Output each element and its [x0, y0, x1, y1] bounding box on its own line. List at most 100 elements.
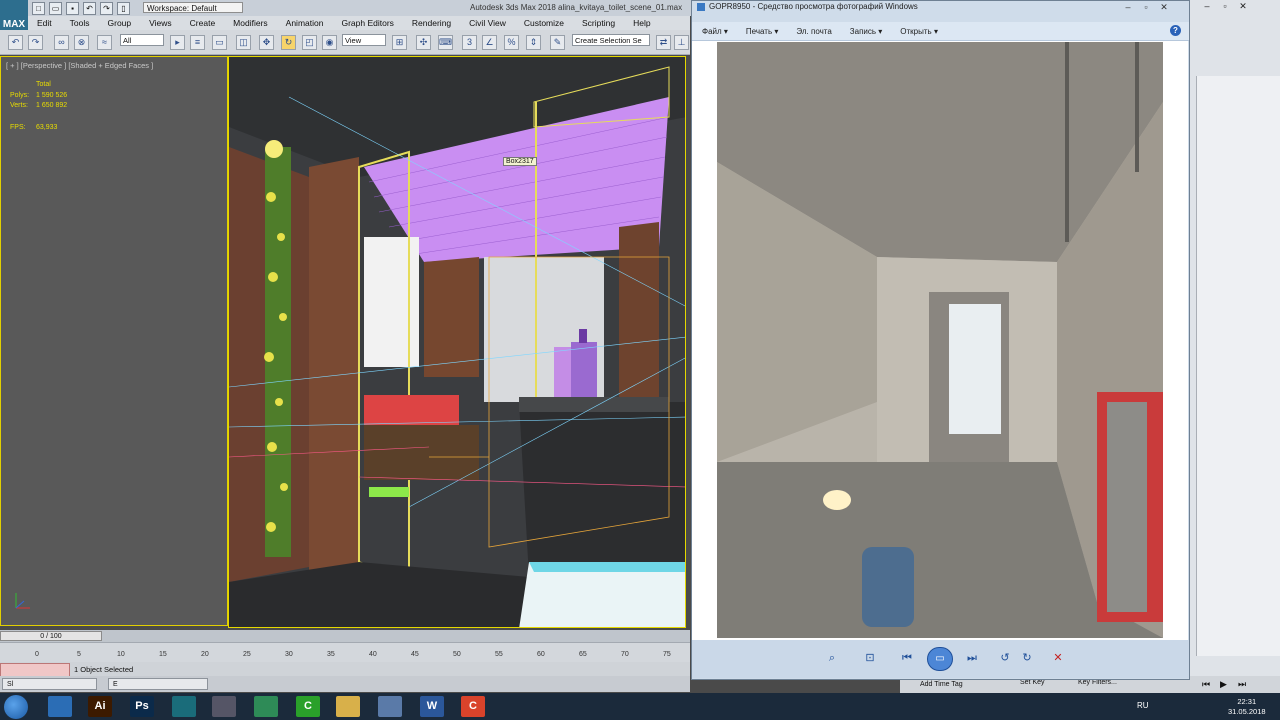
- taskbar-explorer-icon[interactable]: [48, 696, 72, 717]
- zoom-icon[interactable]: ⌕: [824, 650, 840, 666]
- start-button-icon[interactable]: [4, 695, 28, 719]
- menu-help[interactable]: Help: [624, 16, 659, 30]
- photo-viewer-title: GOPR8950 - Средство просмотра фотографий…: [709, 2, 918, 11]
- menu-print[interactable]: Печать ▾: [736, 27, 786, 36]
- link-icon[interactable]: ∞: [54, 35, 69, 50]
- open-file-icon[interactable]: ▭: [49, 2, 62, 15]
- pivot-center-icon[interactable]: ⊞: [392, 35, 407, 50]
- rect-selection-icon[interactable]: ▭: [212, 35, 227, 50]
- mirror-icon[interactable]: ⇄: [656, 35, 671, 50]
- set-key-button[interactable]: Set Key: [1020, 679, 1045, 686]
- project-folder-icon[interactable]: ▯: [117, 2, 130, 15]
- place-icon[interactable]: ◉: [322, 35, 337, 50]
- undo-icon[interactable]: ↶: [8, 35, 23, 50]
- menu-create[interactable]: Create: [181, 16, 225, 30]
- add-time-tag-button[interactable]: Add Time Tag: [920, 681, 963, 688]
- select-move-icon[interactable]: ✥: [259, 35, 274, 50]
- menu-modifiers[interactable]: Modifiers: [224, 16, 276, 30]
- menu-tools[interactable]: Tools: [61, 16, 99, 30]
- window-crossing-icon[interactable]: ◫: [236, 35, 251, 50]
- object-tooltip: Box2317: [503, 157, 537, 166]
- minimize-icon[interactable]: –: [1200, 1, 1214, 12]
- rotate-right-icon[interactable]: ↻: [1019, 650, 1035, 666]
- named-selection-set-dropdown[interactable]: Create Selection Se: [572, 34, 650, 46]
- rotate-left-icon[interactable]: ↺: [997, 650, 1013, 666]
- menu-animation[interactable]: Animation: [277, 16, 333, 30]
- menu-customize[interactable]: Customize: [515, 16, 573, 30]
- play-animation-icon[interactable]: ▶: [1220, 679, 1227, 690]
- reference-coordinate-dropdown[interactable]: View: [342, 34, 386, 46]
- menu-civil-view[interactable]: Civil View: [460, 16, 515, 30]
- close-icon[interactable]: ✕: [1156, 2, 1172, 13]
- taskbar-word-icon[interactable]: W: [420, 696, 444, 717]
- menu-views[interactable]: Views: [140, 16, 181, 30]
- new-file-icon[interactable]: □: [32, 2, 45, 15]
- menu-email[interactable]: Эл. почта: [786, 27, 839, 36]
- track-bar[interactable]: 0 5 10 15 20 25 30 35 40 45 50 55 60 65 …: [0, 642, 690, 663]
- taskbar-illustrator-icon[interactable]: Ai: [88, 696, 112, 717]
- snaps-toggle-icon[interactable]: 3: [462, 35, 477, 50]
- taskbar-photoshop-icon[interactable]: Ps: [130, 696, 154, 717]
- actual-size-icon[interactable]: ⊡: [862, 650, 878, 666]
- taskbar-recorder-icon[interactable]: C: [461, 696, 485, 717]
- save-icon[interactable]: ▪: [66, 2, 79, 15]
- minimize-icon[interactable]: –: [1120, 2, 1136, 13]
- taskbar-camtasia-icon[interactable]: C: [296, 696, 320, 717]
- time-slider-thumb[interactable]: 0 / 100: [0, 631, 102, 641]
- delete-icon[interactable]: ✕: [1050, 650, 1066, 666]
- menu-scripting[interactable]: Scripting: [573, 16, 624, 30]
- previous-icon[interactable]: ⏮: [899, 650, 915, 666]
- selection-filter-dropdown[interactable]: All: [120, 34, 164, 46]
- redo-icon[interactable]: ↷: [100, 2, 113, 15]
- taskbar-chrome-icon[interactable]: [254, 696, 278, 717]
- time-slider-track[interactable]: [0, 630, 690, 642]
- select-rotate-icon[interactable]: ↻: [281, 35, 296, 50]
- redo-icon[interactable]: ↷: [28, 35, 43, 50]
- percent-snap-icon[interactable]: %: [504, 35, 519, 50]
- maxscript-listener-box[interactable]: [0, 663, 70, 677]
- next-icon[interactable]: ⏭: [964, 650, 980, 666]
- minimized-window-sl[interactable]: Sl: [2, 678, 97, 690]
- align-icon[interactable]: ⊥: [674, 35, 689, 50]
- menu-group[interactable]: Group: [99, 16, 141, 30]
- key-filters-button[interactable]: Key Filters...: [1078, 679, 1117, 686]
- menu-rendering[interactable]: Rendering: [403, 16, 460, 30]
- menu-burn[interactable]: Запись ▾: [840, 27, 891, 36]
- menu-edit[interactable]: Edit: [28, 16, 61, 30]
- undo-icon[interactable]: ↶: [83, 2, 96, 15]
- taskbar-photos-icon[interactable]: [378, 696, 402, 717]
- maximize-icon[interactable]: ▫: [1138, 2, 1154, 13]
- taskbar-folder-icon[interactable]: [336, 696, 360, 717]
- select-object-icon[interactable]: ▸: [170, 35, 185, 50]
- workspace-dropdown[interactable]: Workspace: Default: [143, 2, 243, 13]
- angle-snap-icon[interactable]: ∠: [482, 35, 497, 50]
- minimized-window-e[interactable]: E: [108, 678, 208, 690]
- system-clock[interactable]: 22:31 31.05.2018: [1228, 697, 1266, 717]
- ruler-tick: 50: [453, 651, 461, 658]
- close-icon[interactable]: ✕: [1236, 1, 1250, 12]
- menu-file[interactable]: Файл ▾: [692, 27, 736, 36]
- perspective-viewport[interactable]: [228, 56, 686, 628]
- edit-named-selection-icon[interactable]: ✎: [550, 35, 565, 50]
- goto-end-icon[interactable]: ⏭: [1238, 679, 1246, 690]
- help-icon[interactable]: ?: [1170, 25, 1181, 36]
- viewport-label[interactable]: [ + ] [Perspective ] [Shaded + Edged Fac…: [6, 61, 153, 70]
- unlink-icon[interactable]: ⊗: [74, 35, 89, 50]
- taskbar-3dsmax-icon[interactable]: [172, 696, 196, 717]
- menu-open[interactable]: Открыть ▾: [890, 27, 946, 36]
- maximize-icon[interactable]: ▫: [1218, 1, 1232, 12]
- viewport-left-panel[interactable]: [0, 56, 228, 626]
- language-indicator[interactable]: RU: [1137, 701, 1149, 710]
- taskbar-media-icon[interactable]: [212, 696, 236, 717]
- spinner-snap-icon[interactable]: ⇕: [526, 35, 541, 50]
- command-panel[interactable]: [1196, 76, 1280, 656]
- select-scale-icon[interactable]: ◰: [302, 35, 317, 50]
- slideshow-button[interactable]: ▭: [927, 647, 953, 671]
- bind-space-warp-icon[interactable]: ≈: [97, 35, 112, 50]
- keyboard-shortcut-override-icon[interactable]: ⌨: [438, 35, 453, 50]
- select-by-name-icon[interactable]: ≡: [190, 35, 205, 50]
- select-manipulate-icon[interactable]: ✣: [416, 35, 431, 50]
- menu-graph-editors[interactable]: Graph Editors: [332, 16, 402, 30]
- goto-start-icon[interactable]: ⏮: [1202, 679, 1210, 690]
- max-logo-icon[interactable]: MAX: [0, 0, 28, 30]
